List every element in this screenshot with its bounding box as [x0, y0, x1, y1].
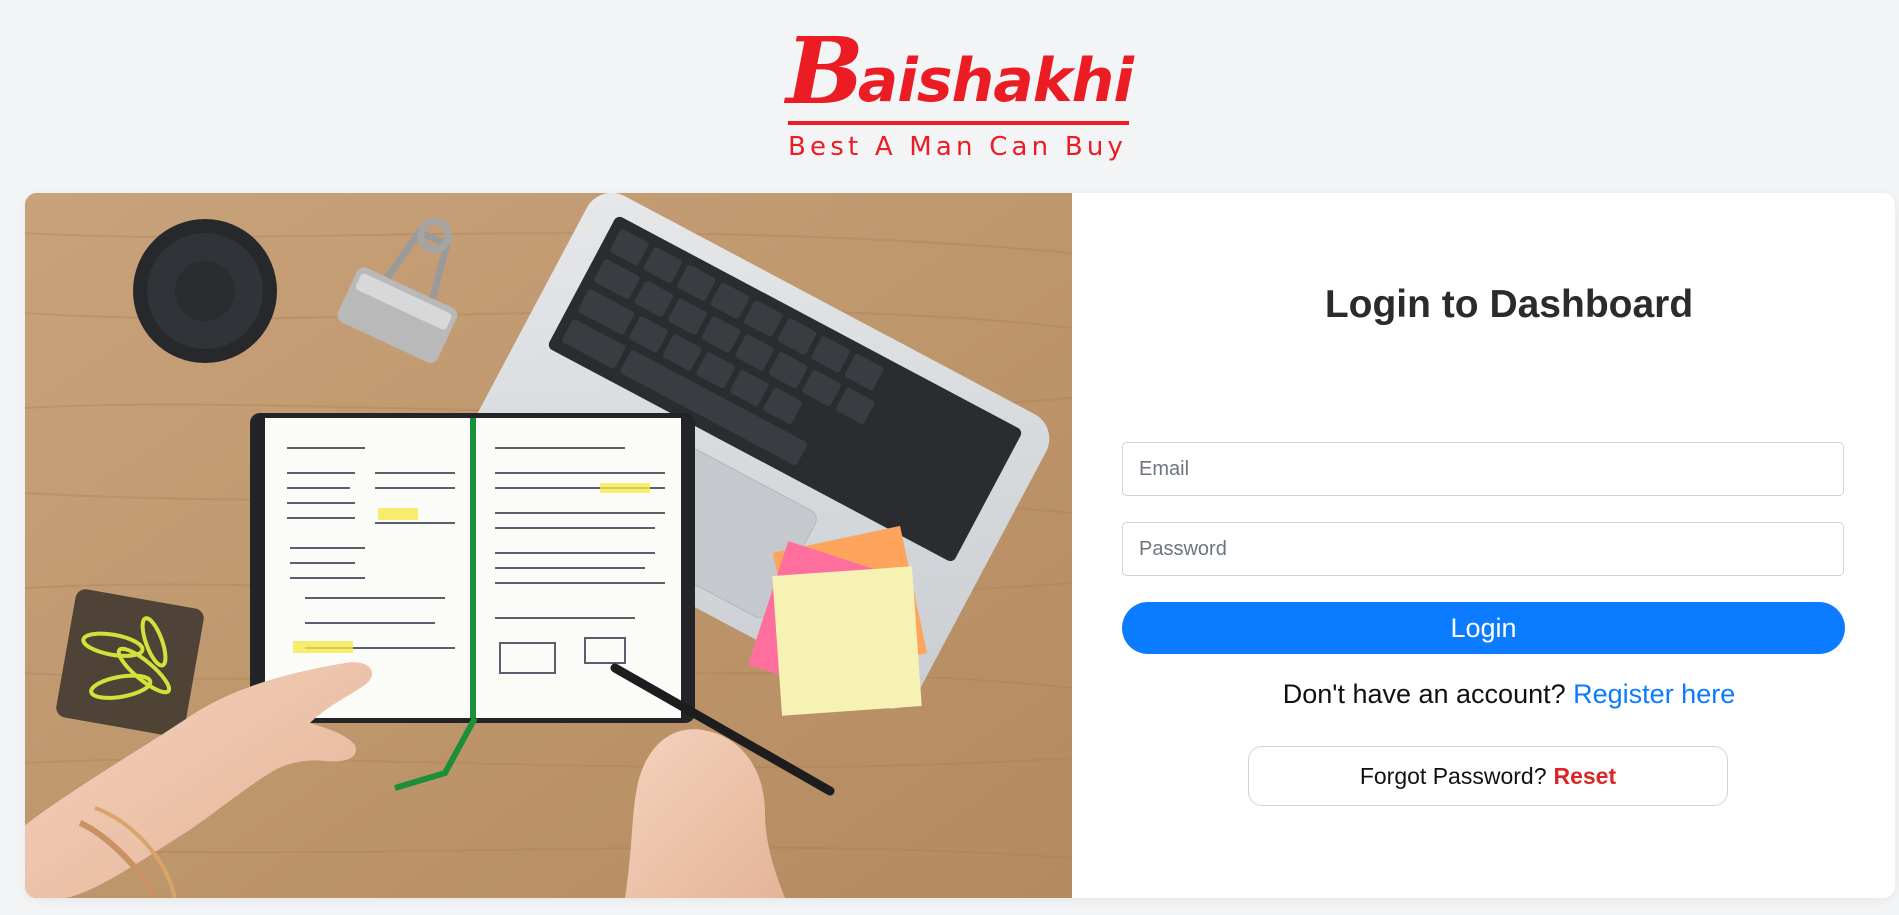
header: Baishakhi Best A Man Can Buy [0, 0, 1899, 190]
logo-initial: B [786, 17, 864, 125]
logo-underline [788, 121, 1129, 125]
login-button[interactable]: Login [1122, 602, 1845, 654]
login-card: Login to Dashboard Login Don't have an a… [25, 193, 1895, 898]
forgot-password-text: Forgot Password? [1359, 762, 1547, 789]
email-field[interactable] [1122, 442, 1844, 496]
register-link[interactable]: Register here [1573, 679, 1735, 709]
coffee-cup [133, 219, 277, 363]
hero-image [25, 193, 1072, 898]
password-field[interactable] [1122, 522, 1844, 576]
desk-photo-illustration [25, 193, 1072, 898]
reset-link[interactable]: Reset [1553, 763, 1616, 790]
forgot-password-button[interactable]: Forgot Password? Reset [1248, 746, 1728, 806]
register-prompt-text: Don't have an account? [1282, 679, 1566, 709]
logo-wordmark: Baishakhi [786, 17, 1134, 125]
logo-name: aishakhi [857, 46, 1134, 116]
paperclip-box [56, 589, 204, 737]
register-prompt: Don't have an account? Register here [1072, 679, 1895, 710]
logo-tagline: Best A Man Can Buy [788, 132, 1128, 162]
login-panel: Login to Dashboard Login Don't have an a… [1072, 193, 1895, 898]
brand-logo[interactable]: Baishakhi Best A Man Can Buy [786, 17, 1134, 172]
login-title: Login to Dashboard [1324, 283, 1694, 326]
